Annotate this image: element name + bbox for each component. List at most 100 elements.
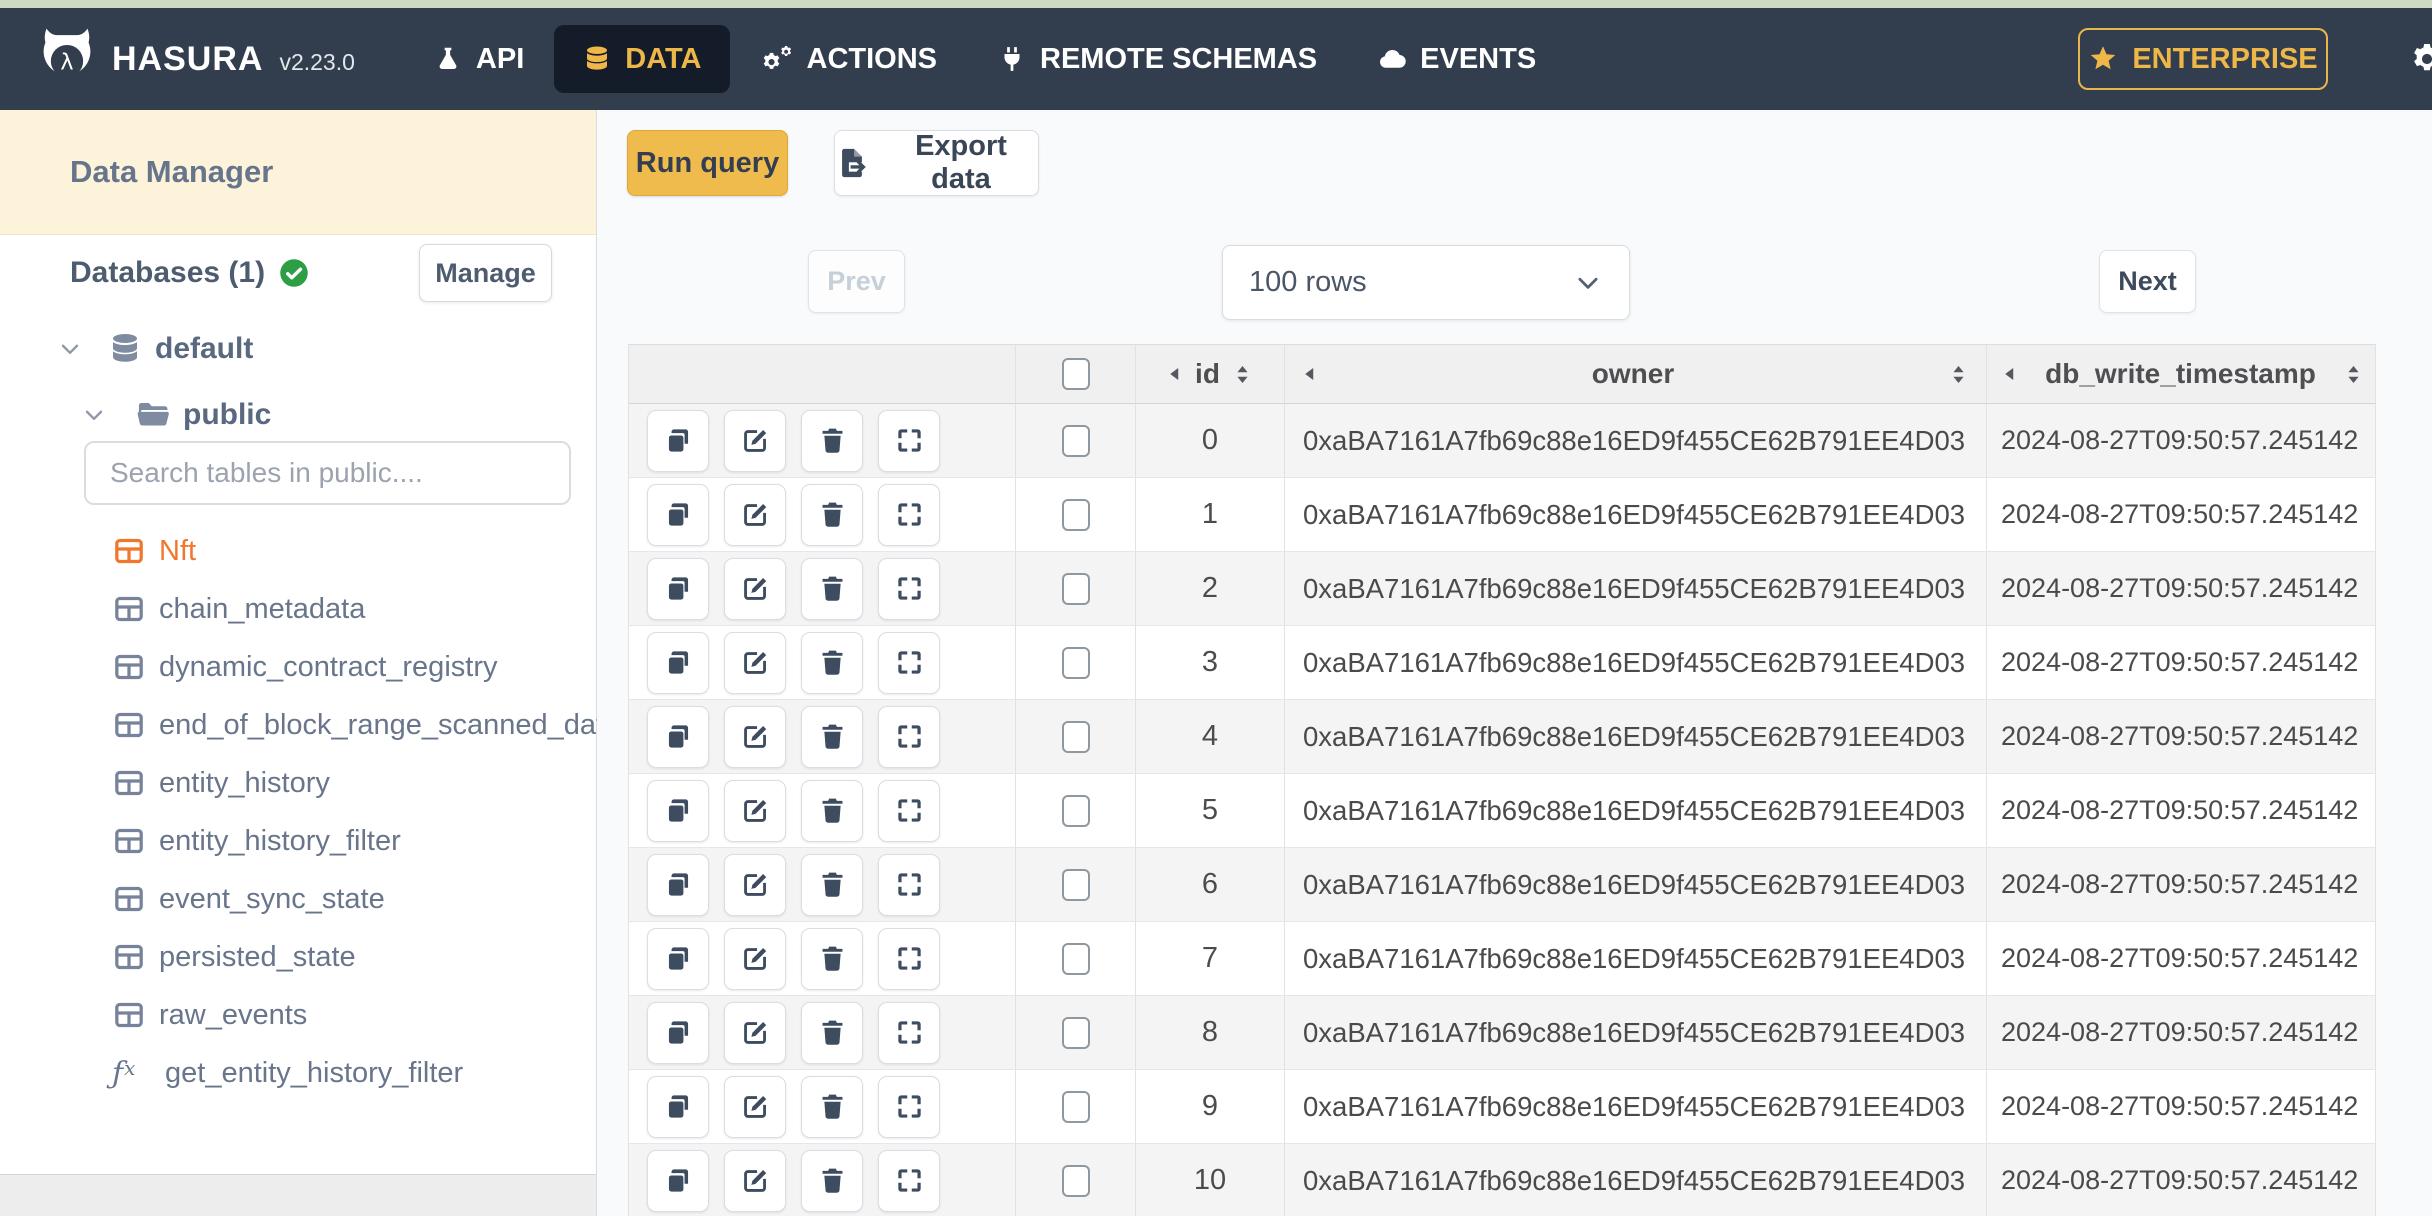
expand-row-button[interactable] xyxy=(878,853,940,916)
expand-row-button[interactable] xyxy=(878,483,940,546)
clone-row-button[interactable] xyxy=(647,853,709,916)
delete-row-button[interactable] xyxy=(801,1075,863,1138)
sort-icon[interactable] xyxy=(2340,361,2367,388)
edit-row-button[interactable] xyxy=(724,409,786,472)
row-checkbox[interactable] xyxy=(1061,498,1090,531)
sort-icon[interactable] xyxy=(1229,361,1256,388)
delete-row-button[interactable] xyxy=(801,631,863,694)
edit-row-button[interactable] xyxy=(724,853,786,916)
expand-row-button[interactable] xyxy=(878,1149,940,1212)
column-header-owner[interactable]: owner xyxy=(1285,344,1987,404)
sidebar-table-item[interactable]: ƒx persisted_state xyxy=(0,928,596,986)
enterprise-button[interactable]: ENTERPRISE xyxy=(2078,28,2328,90)
row-checkbox[interactable] xyxy=(1061,1016,1090,1049)
edit-row-button[interactable] xyxy=(724,779,786,842)
sidebar-table-item[interactable]: ƒx entity_history xyxy=(0,754,596,812)
expand-row-button[interactable] xyxy=(878,705,940,768)
select-all-checkbox[interactable] xyxy=(1061,358,1090,390)
sidebar-table-item[interactable]: ƒx dynamic_contract_registry xyxy=(0,638,596,696)
column-header-db-write-timestamp[interactable]: db_write_timestamp xyxy=(1987,344,2376,404)
tree-item-default[interactable]: default xyxy=(57,321,253,377)
row-checkbox[interactable] xyxy=(1061,1090,1090,1123)
column-header-id[interactable]: id xyxy=(1136,344,1285,404)
row-checkbox[interactable] xyxy=(1061,572,1090,605)
edit-row-button[interactable] xyxy=(724,1075,786,1138)
table-name: dynamic_contract_registry xyxy=(159,650,498,683)
clone-row-button[interactable] xyxy=(647,1001,709,1064)
delete-row-button[interactable] xyxy=(801,557,863,620)
sort-icon[interactable] xyxy=(1945,361,1972,388)
delete-row-button[interactable] xyxy=(801,927,863,990)
delete-row-button[interactable] xyxy=(801,483,863,546)
sidebar-table-item[interactable]: ƒx Nft xyxy=(0,522,596,580)
row-checkbox[interactable] xyxy=(1061,646,1090,679)
expand-row-button[interactable] xyxy=(878,1001,940,1064)
row-actions-cell xyxy=(628,552,1016,626)
edit-row-button[interactable] xyxy=(724,631,786,694)
tab-data[interactable]: DATA xyxy=(554,25,730,93)
chevron-down-icon[interactable] xyxy=(57,336,83,362)
edit-row-button[interactable] xyxy=(724,557,786,620)
clone-row-button[interactable] xyxy=(647,409,709,472)
search-tables-input[interactable] xyxy=(84,441,571,505)
cell-id: 7 xyxy=(1136,922,1285,996)
rows-per-page-select[interactable]: 100 rows xyxy=(1222,245,1630,320)
tab-api[interactable]: API xyxy=(403,8,554,110)
delete-row-button[interactable] xyxy=(801,779,863,842)
settings-gear-icon[interactable] xyxy=(2408,40,2432,78)
sidebar-table-item[interactable]: ƒx get_entity_history_filter xyxy=(0,1044,596,1102)
collapse-column-icon[interactable] xyxy=(1999,363,2021,385)
sidebar-table-item[interactable]: ƒx event_sync_state xyxy=(0,870,596,928)
expand-row-button[interactable] xyxy=(878,409,940,472)
sidebar-table-item[interactable]: ƒx chain_metadata xyxy=(0,580,596,638)
edit-row-button[interactable] xyxy=(724,1001,786,1064)
manage-button[interactable]: Manage xyxy=(419,244,552,302)
clone-row-button[interactable] xyxy=(647,779,709,842)
actions-header-cell xyxy=(628,344,1016,404)
expand-row-button[interactable] xyxy=(878,779,940,842)
clone-row-button[interactable] xyxy=(647,483,709,546)
sidebar-table-item[interactable]: ƒx end_of_block_range_scanned_data xyxy=(0,696,620,754)
row-checkbox[interactable] xyxy=(1061,1164,1090,1197)
clone-row-button[interactable] xyxy=(647,927,709,990)
row-checkbox[interactable] xyxy=(1061,720,1090,753)
row-checkbox[interactable] xyxy=(1061,868,1090,901)
sidebar-table-item[interactable]: ƒx entity_history_filter xyxy=(0,812,596,870)
edit-row-button[interactable] xyxy=(724,705,786,768)
tab-events[interactable]: EVENTS xyxy=(1347,8,1566,110)
row-checkbox[interactable] xyxy=(1061,794,1090,827)
expand-row-button[interactable] xyxy=(878,1075,940,1138)
table-row: 4 0xaBA7161A7fb69c88e16ED9f455CE62B791EE… xyxy=(628,700,2376,774)
tab-actions[interactable]: ACTIONS xyxy=(730,8,968,110)
file-export-icon xyxy=(835,146,869,180)
sidebar-table-item[interactable]: ƒx raw_events xyxy=(0,986,596,1044)
delete-row-button[interactable] xyxy=(801,705,863,768)
clone-row-button[interactable] xyxy=(647,1075,709,1138)
expand-row-button[interactable] xyxy=(878,557,940,620)
row-checkbox[interactable] xyxy=(1061,424,1090,457)
tab-remote-schemas[interactable]: REMOTE SCHEMAS xyxy=(967,8,1347,110)
chevron-down-icon[interactable] xyxy=(81,402,107,428)
edit-row-button[interactable] xyxy=(724,483,786,546)
collapse-column-icon[interactable] xyxy=(1164,363,1186,385)
delete-row-button[interactable] xyxy=(801,1149,863,1212)
clone-row-button[interactable] xyxy=(647,557,709,620)
delete-row-button[interactable] xyxy=(801,853,863,916)
edit-row-button[interactable] xyxy=(724,1149,786,1212)
column-label-owner: owner xyxy=(1591,358,1675,389)
prev-page-button[interactable]: Prev xyxy=(808,250,905,313)
clone-row-button[interactable] xyxy=(647,1149,709,1212)
expand-row-button[interactable] xyxy=(878,631,940,694)
next-page-button[interactable]: Next xyxy=(2099,250,2196,313)
row-checkbox[interactable] xyxy=(1061,942,1090,975)
expand-row-button[interactable] xyxy=(878,927,940,990)
clone-row-button[interactable] xyxy=(647,705,709,768)
delete-row-button[interactable] xyxy=(801,409,863,472)
run-query-button[interactable]: Run query xyxy=(627,130,788,196)
collapse-column-icon[interactable] xyxy=(1299,363,1321,385)
tree-item-public[interactable]: public xyxy=(81,387,271,443)
export-data-button[interactable]: Export data xyxy=(834,130,1039,196)
edit-row-button[interactable] xyxy=(724,927,786,990)
clone-row-button[interactable] xyxy=(647,631,709,694)
delete-row-button[interactable] xyxy=(801,1001,863,1064)
